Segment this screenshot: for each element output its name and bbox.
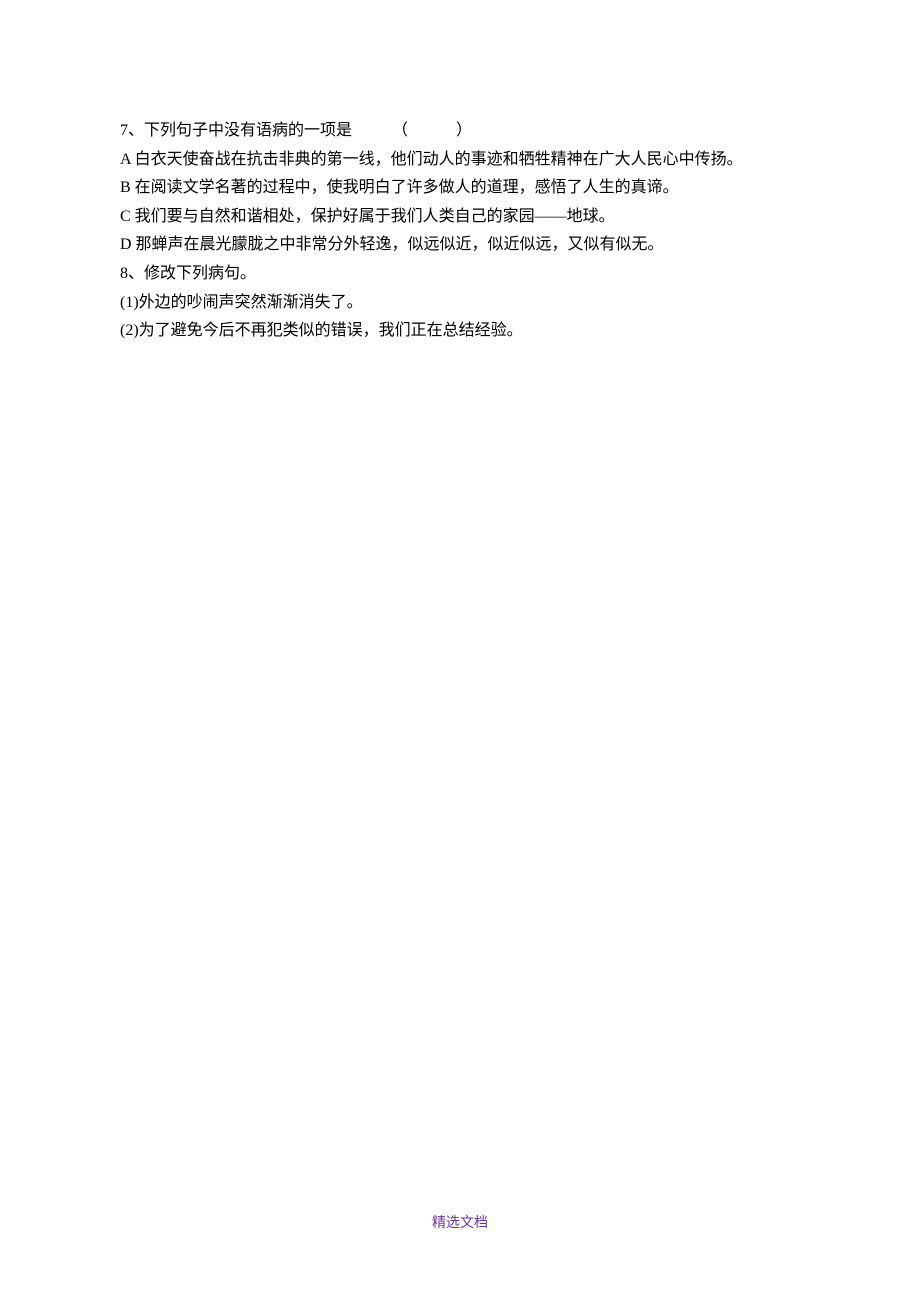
document-body: 7、下列句子中没有语病的一项是 （ ） A 白衣天使奋战在抗击非典的第一线，他们… bbox=[0, 0, 920, 344]
q7-option-c: C 我们要与自然和谐相处，保护好属于我们人类自己的家园——地球。 bbox=[120, 204, 820, 230]
q8-item-2: (2)为了避免今后不再犯类似的错误，我们正在总结经验。 bbox=[120, 318, 820, 344]
q7-option-b: B 在阅读文学名著的过程中，使我明白了许多做人的道理，感悟了人生的真谛。 bbox=[120, 175, 820, 201]
q8-stem: 8、修改下列病句。 bbox=[120, 261, 820, 287]
q7-option-a: A 白衣天使奋战在抗击非典的第一线，他们动人的事迹和牺牲精神在广大人民心中传扬。 bbox=[120, 147, 820, 173]
q8-item-1: (1)外边的吵闹声突然渐渐消失了。 bbox=[120, 290, 820, 316]
q7-stem: 7、下列句子中没有语病的一项是 （ ） bbox=[120, 118, 820, 144]
q7-option-d: D 那蝉声在晨光朦胧之中非常分外轻逸，似远似近，似近似远，又似有似无。 bbox=[120, 232, 820, 258]
footer-text: 精选文档 bbox=[0, 1212, 920, 1232]
